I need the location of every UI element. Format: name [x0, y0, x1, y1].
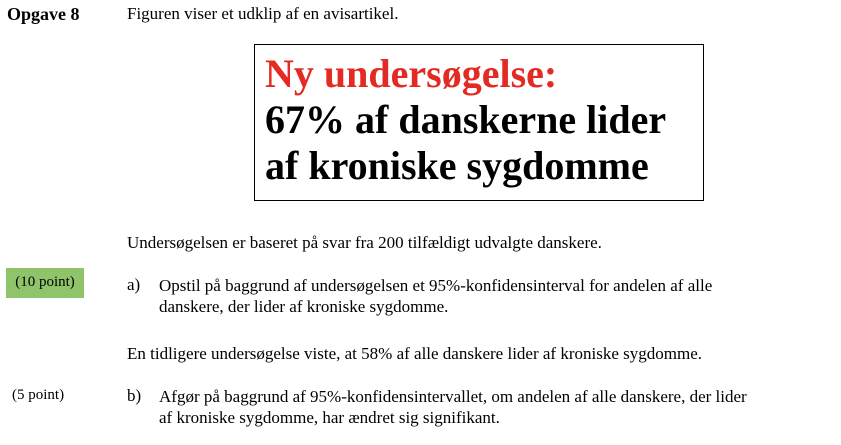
headline-line-1: Ny undersøgelse:: [265, 51, 558, 96]
newspaper-headline-box: Ny undersøgelse: 67% af danskerne lider …: [254, 44, 704, 201]
question-b-line-1: Afgør på baggrund af 95%-konfidensinterv…: [159, 387, 747, 406]
headline-line-2: 67% af danskerne lider: [265, 97, 667, 142]
points-label-b: (5 point): [12, 387, 65, 403]
points-badge-a: (10 point): [6, 268, 84, 298]
previous-survey-info: En tidligere undersøgelse viste, at 58% …: [127, 344, 702, 363]
question-a-letter: a): [127, 275, 141, 294]
headline-line-3: af kroniske sygdomme: [265, 143, 649, 188]
question-a-line-1: Opstil på baggrund af undersøgelsen et 9…: [159, 276, 713, 295]
question-b-letter: b): [127, 386, 142, 405]
question-b-line-2: af kroniske sygdomme, har ændret sig sig…: [159, 408, 500, 427]
survey-basis-text: Undersøgelsen er baseret på svar fra 200…: [127, 233, 602, 252]
question-a-text: Opstil på baggrund af undersøgelsen et 9…: [159, 275, 839, 317]
question-a-line-2: danskere, der lider af kroniske sygdomme…: [159, 297, 449, 316]
question-b-text: Afgør på baggrund af 95%-konfidensinterv…: [159, 386, 839, 428]
task-label: Opgave 8: [7, 4, 80, 24]
task-intro: Figuren viser et udklip af en avisartike…: [127, 4, 399, 23]
